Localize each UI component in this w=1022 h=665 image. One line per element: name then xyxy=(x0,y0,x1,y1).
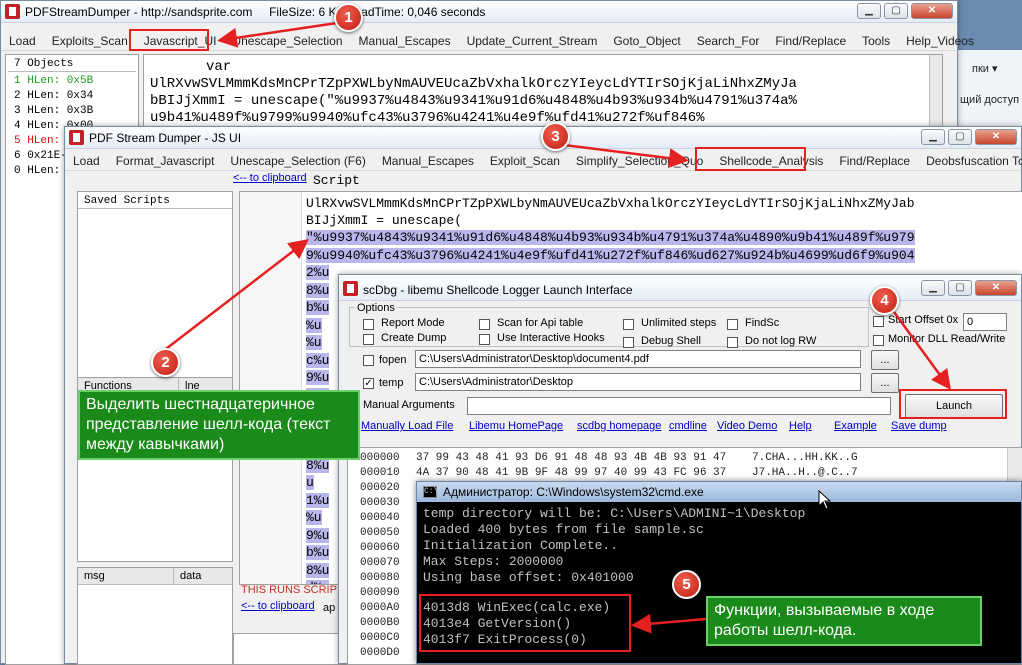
callout-4: 4 xyxy=(870,286,899,315)
annotation-arrows xyxy=(161,21,951,634)
callout-1: 1 xyxy=(334,3,363,32)
note-select-hex: Выделить шестнадцатеричное представление… xyxy=(78,390,360,460)
callout-3: 3 xyxy=(541,122,570,151)
note-shellcode-functions: Функции, вызываемые в ходе работы шелл-к… xyxy=(706,596,982,646)
callout-5: 5 xyxy=(672,570,701,599)
callout-2: 2 xyxy=(151,348,180,377)
